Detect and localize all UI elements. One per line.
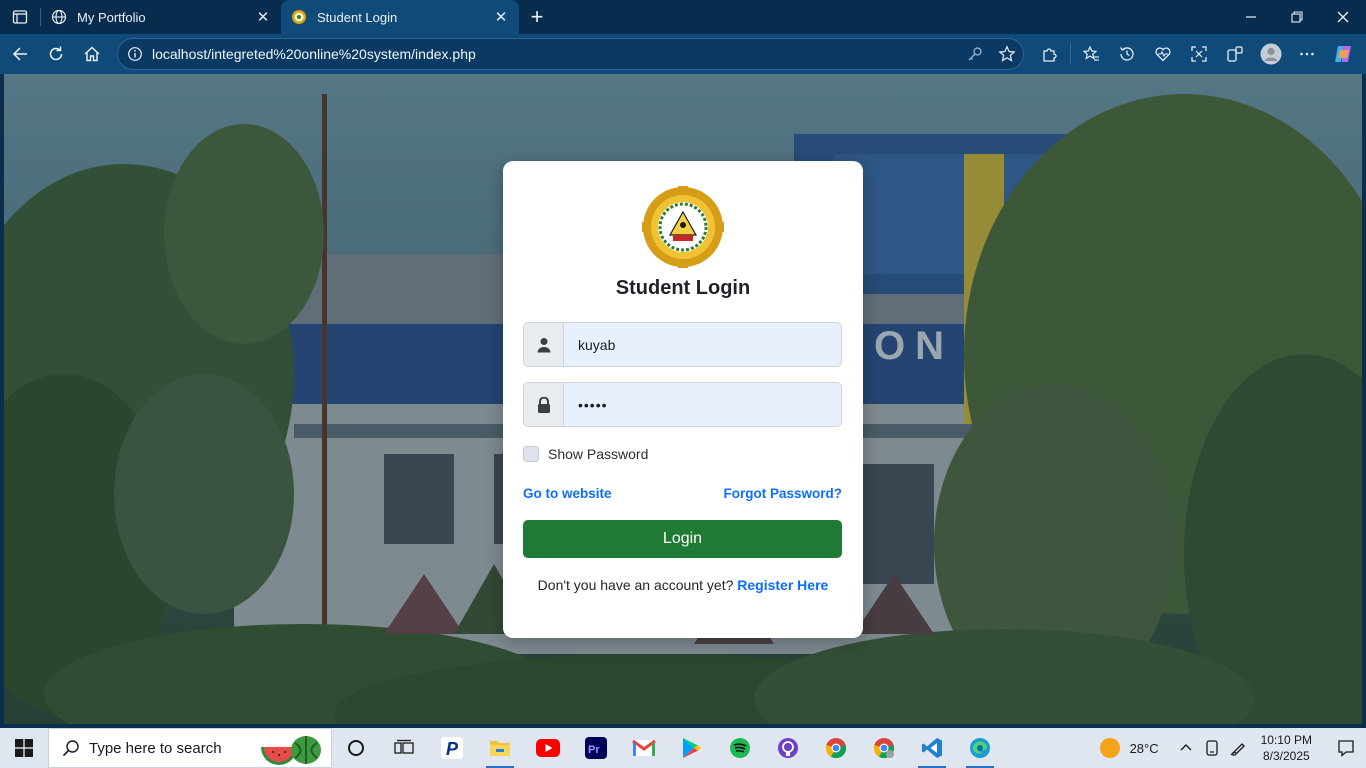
toolbar-divider xyxy=(1070,44,1071,64)
copilot-icon[interactable] xyxy=(1325,38,1361,70)
refresh-icon[interactable] xyxy=(38,38,74,70)
login-card: Student Login Show Password Go to websit… xyxy=(503,161,863,638)
close-tab-icon[interactable]: ✕ xyxy=(255,9,271,26)
username-field-group xyxy=(523,322,842,367)
clock-date: 8/3/2025 xyxy=(1262,749,1310,763)
browser-essentials-icon[interactable] xyxy=(1145,38,1181,70)
device-icon[interactable] xyxy=(1199,740,1225,756)
user-icon xyxy=(524,323,564,366)
extensions-icon[interactable] xyxy=(1032,38,1068,70)
cortana-icon[interactable] xyxy=(332,728,380,768)
taskbar-search-box[interactable]: Type here to search xyxy=(48,728,332,768)
tab-student-login[interactable]: Student Login ✕ xyxy=(281,0,519,34)
chrome-icon[interactable] xyxy=(812,728,860,768)
favorite-star-icon[interactable] xyxy=(991,45,1023,63)
spotify-icon[interactable] xyxy=(716,728,764,768)
close-window-icon[interactable] xyxy=(1320,0,1366,34)
sun-icon xyxy=(1099,738,1120,758)
gmail-icon[interactable] xyxy=(620,728,668,768)
url-text: localhost/integreted%20online%20system/i… xyxy=(152,46,476,62)
collections-icon[interactable] xyxy=(1217,38,1253,70)
lock-icon xyxy=(524,383,564,426)
google-play-icon[interactable] xyxy=(668,728,716,768)
tab-title: My Portfolio xyxy=(77,9,146,25)
pen-icon[interactable] xyxy=(1225,740,1251,756)
tab-title: Student Login xyxy=(317,9,398,25)
chrome-alt-icon[interactable] xyxy=(860,728,908,768)
system-tray: 28°C 10:10 PM 8/3/2025 xyxy=(1099,728,1366,768)
show-password-checkbox[interactable] xyxy=(523,446,539,462)
svg-text:P: P xyxy=(446,739,459,759)
password-key-icon[interactable] xyxy=(959,46,991,62)
password-field-group xyxy=(523,382,842,427)
show-password-checkbox-row[interactable]: Show Password xyxy=(523,446,648,462)
browser-tab-bar: My Portfolio ✕ Student Login ✕ + xyxy=(0,0,1366,34)
search-placeholder: Type here to search xyxy=(89,739,222,757)
svg-text:Pr: Pr xyxy=(588,744,600,756)
card-links: Go to website Forgot Password? xyxy=(523,486,842,501)
globe-icon xyxy=(51,9,67,25)
restore-icon[interactable] xyxy=(1274,0,1320,34)
toolbar-right xyxy=(1032,34,1361,74)
watermelon-icon xyxy=(261,736,321,765)
file-explorer-icon[interactable] xyxy=(476,728,524,768)
favorites-icon[interactable] xyxy=(1073,38,1109,70)
task-view-icon[interactable] xyxy=(380,728,428,768)
screenshot-icon[interactable] xyxy=(1181,38,1217,70)
forgot-password-link[interactable]: Forgot Password? xyxy=(723,486,842,501)
chevron-up-icon[interactable] xyxy=(1173,742,1199,754)
back-icon[interactable] xyxy=(2,38,38,70)
register-prompt: Don't you have an account yet? Register … xyxy=(503,577,863,593)
premiere-icon[interactable]: Pr xyxy=(572,728,620,768)
vscode-icon[interactable] xyxy=(908,728,956,768)
more-options-icon[interactable] xyxy=(1289,38,1325,70)
windows-start-icon[interactable] xyxy=(0,728,48,768)
search-icon xyxy=(53,739,89,757)
new-tab-button[interactable]: + xyxy=(519,0,555,34)
github-icon[interactable] xyxy=(764,728,812,768)
windows-taskbar: Type here to search P Pr 28°C 10:10 PM 8… xyxy=(0,728,1366,768)
window-controls xyxy=(1228,0,1366,34)
username-input[interactable] xyxy=(564,323,841,366)
minimize-icon[interactable] xyxy=(1228,0,1274,34)
password-input[interactable] xyxy=(564,383,841,426)
login-button[interactable]: Login xyxy=(523,520,842,558)
go-to-website-link[interactable]: Go to website xyxy=(523,486,612,501)
tab-actions-icon[interactable] xyxy=(0,0,40,34)
page-title: Student Login xyxy=(615,277,751,299)
school-seal-logo xyxy=(642,186,724,268)
edge-icon[interactable] xyxy=(956,728,1004,768)
show-password-label: Show Password xyxy=(548,446,649,462)
notification-icon[interactable] xyxy=(1326,739,1366,757)
paypal-icon[interactable]: P xyxy=(428,728,476,768)
register-link[interactable]: Register Here xyxy=(737,577,828,593)
address-bar[interactable]: localhost/integreted%20online%20system/i… xyxy=(117,38,1024,70)
register-prompt-text: Don't you have an account yet? xyxy=(537,577,734,593)
temperature: 28°C xyxy=(1129,740,1159,756)
clock[interactable]: 10:10 PM 8/3/2025 xyxy=(1261,732,1312,764)
tab-my-portfolio[interactable]: My Portfolio ✕ xyxy=(41,0,281,34)
history-icon[interactable] xyxy=(1109,38,1145,70)
clock-time: 10:10 PM xyxy=(1260,733,1312,747)
site-info-icon[interactable] xyxy=(120,46,150,62)
weather-widget[interactable]: 28°C xyxy=(1099,738,1159,758)
browser-toolbar: localhost/integreted%20online%20system/i… xyxy=(0,34,1366,74)
school-logo-icon xyxy=(291,9,307,25)
close-tab-icon[interactable]: ✕ xyxy=(493,9,509,26)
page-viewport: ON Student Login kuyab ••••• Show Passwo… xyxy=(4,74,1362,724)
youtube-icon[interactable] xyxy=(524,728,572,768)
home-icon[interactable] xyxy=(74,38,110,70)
profile-avatar-icon[interactable] xyxy=(1253,38,1289,70)
